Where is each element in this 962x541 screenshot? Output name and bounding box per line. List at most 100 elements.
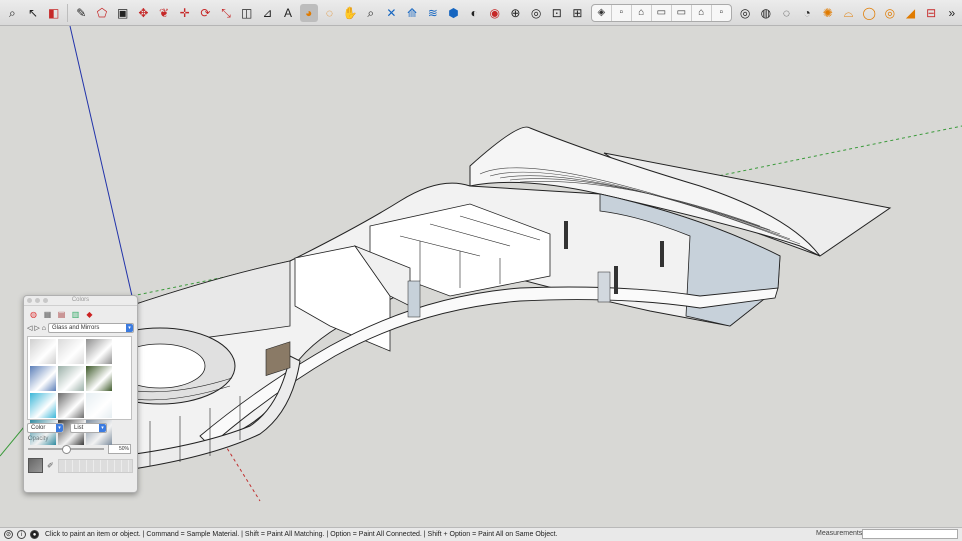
move-arrows-icon[interactable]: ✛ [176, 4, 194, 22]
saved-color-wells[interactable] [57, 458, 133, 473]
colors-panel: Colors ◍ ▦ ▤ ▥ ◆ ◁ ▷ ⌂ Glass and Mirrors… [23, 295, 138, 493]
main-toolbar: ⌕ ↖ ◧ ✎ ⬠ ▣ ✥ ❦ ✛ ⟳ ⤡ ◫ ⊿ A ◕ ◌ ✋ ⌕ ✕ ⟰ … [0, 0, 962, 26]
ring-tool-icon[interactable]: ◎ [881, 4, 899, 22]
circle-tool-icon[interactable]: ◯ [860, 4, 878, 22]
eyedropper-icon[interactable]: ✐ [47, 461, 54, 470]
geo-location-icon[interactable]: ⊘ [4, 530, 13, 539]
color-palettes-icon[interactable]: ▤ [56, 309, 67, 319]
info-icon[interactable]: i [17, 530, 26, 539]
orbit-tool-icon[interactable]: ◌ [321, 4, 339, 22]
list-mode-value: List [74, 425, 84, 431]
material-swatch[interactable] [58, 339, 84, 364]
panel-bottom: ✐ [24, 454, 137, 477]
color-picker-tabs: ◍ ▦ ▤ ▥ ◆ [24, 306, 137, 322]
chevron-down-icon: ▾ [99, 424, 106, 432]
zoom-extents-icon[interactable]: ✕ [383, 4, 401, 22]
select-tool-icon[interactable]: ↖ [24, 4, 42, 22]
pan-tool-icon[interactable]: ✋ [341, 4, 359, 22]
shape-tool-icon[interactable]: ⬠ [93, 4, 111, 22]
offset-tool-icon[interactable]: ◫ [238, 4, 256, 22]
bottom-view-icon[interactable]: ▫ [712, 5, 731, 21]
mode-row: Color ▾ List ▾ [24, 422, 137, 434]
scale-tool-icon[interactable]: ⤡ [217, 4, 235, 22]
chevron-down-icon: ▾ [56, 424, 63, 432]
home-icon[interactable]: ⌂ [42, 325, 46, 332]
model-viewport[interactable]: Colors ◍ ▦ ▤ ▥ ◆ ◁ ▷ ⌂ Glass and Mirrors… [0, 26, 962, 527]
eraser-tool-icon[interactable]: ◧ [45, 4, 63, 22]
opacity-value[interactable]: 50% [108, 444, 131, 454]
tape-measure-tool-icon[interactable]: ⊿ [259, 4, 277, 22]
list-mode-select[interactable]: List ▾ [70, 423, 107, 433]
follow-me-tool-icon[interactable]: ❦ [155, 4, 173, 22]
material-swatch[interactable] [30, 393, 56, 418]
solar-north-icon[interactable]: ✺ [819, 4, 837, 22]
dimension-tool-icon[interactable]: ⊟ [922, 4, 940, 22]
instructor-icon[interactable]: ● [30, 530, 39, 539]
text-tool-icon[interactable]: A [279, 4, 297, 22]
rotate-tool-icon[interactable]: ⟳ [197, 4, 215, 22]
layout-icon[interactable]: ⬢ [445, 4, 463, 22]
section-plane-icon[interactable]: ◉ [486, 4, 504, 22]
color-mode-select[interactable]: Color ▾ [27, 423, 64, 433]
extension-warehouse-icon[interactable]: ≋ [424, 4, 442, 22]
sandbox-detail-icon[interactable]: ◔ [798, 4, 816, 22]
standard-views-group: ◈ ▫ ⌂ ▭ ▭ ⌂ ▫ [590, 3, 732, 22]
opacity-slider-row: 50% [28, 444, 133, 454]
material-swatch[interactable] [30, 339, 56, 364]
paint-bucket-tool-icon[interactable]: ◕ [299, 3, 318, 22]
arc-tool-icon[interactable]: ⌓ [840, 4, 858, 22]
line-tool-icon[interactable]: ✎ [73, 4, 91, 22]
materials-icon[interactable]: ◆ [84, 309, 95, 319]
fog-icon[interactable]: ⊞ [569, 4, 587, 22]
shadows-icon[interactable]: ⊡ [548, 4, 566, 22]
status-bar: ⊘ i ● Click to paint an item or object. … [0, 527, 962, 541]
more-tools-chevron-icon[interactable]: » [943, 4, 961, 22]
chevron-down-icon: ▾ [126, 324, 133, 332]
library-select[interactable]: Glass and Mirrors ▾ [48, 323, 134, 333]
opacity-slider-knob[interactable] [62, 445, 71, 454]
scenes-icon[interactable]: ◎ [527, 4, 545, 22]
sandbox-stamp-icon[interactable]: ◍ [757, 4, 775, 22]
material-swatch[interactable] [58, 393, 84, 418]
material-swatch-grid [27, 336, 132, 445]
measurements-label: Measurements [816, 530, 863, 537]
back-view-icon[interactable]: ▭ [672, 4, 692, 21]
material-swatch[interactable] [30, 366, 56, 391]
library-row: ◁ ▷ ⌂ Glass and Mirrors ▾ [24, 322, 137, 334]
material-swatch[interactable] [58, 366, 84, 391]
current-color-well[interactable] [28, 458, 43, 473]
panel-title: Colors [71, 297, 90, 303]
library-select-value: Glass and Mirrors [52, 325, 100, 331]
back-icon[interactable]: ◁ [27, 324, 32, 332]
image-palettes-icon[interactable]: ▥ [70, 309, 81, 319]
section-display-icon[interactable]: ⊕ [507, 4, 525, 22]
protractor-tool-icon[interactable]: ◢ [902, 4, 920, 22]
warehouse-icon[interactable]: ⟰ [403, 4, 421, 22]
measurements-input[interactable] [862, 529, 958, 539]
zoom-tool-icon[interactable]: ⌕ [362, 4, 380, 22]
front-view-icon[interactable]: ⌂ [632, 4, 652, 21]
material-swatch[interactable] [86, 393, 112, 418]
sandbox-smoove-icon[interactable]: ◎ [736, 4, 754, 22]
model-drawing [0, 26, 962, 502]
right-view-icon[interactable]: ▭ [652, 4, 672, 21]
push-pull-tool-icon[interactable]: ▣ [114, 4, 132, 22]
blue-axis [69, 26, 133, 297]
search-icon[interactable]: ⌕ [4, 4, 22, 22]
color-mode-value: Color [31, 425, 46, 431]
material-swatch[interactable] [86, 366, 112, 391]
panel-titlebar[interactable]: Colors [24, 296, 137, 306]
style-icon[interactable]: ◐ [465, 4, 483, 22]
iso-view-icon[interactable]: ◈ [592, 4, 612, 21]
opacity-slider[interactable] [28, 445, 104, 454]
material-swatch[interactable] [86, 339, 112, 364]
sandbox-drape-icon[interactable]: ◌ [778, 4, 796, 22]
move-tool-icon[interactable]: ✥ [135, 4, 153, 22]
left-view-icon[interactable]: ⌂ [692, 4, 712, 21]
toolbar-divider [67, 3, 68, 22]
color-sliders-icon[interactable]: ▦ [42, 309, 53, 319]
top-view-icon[interactable]: ▫ [612, 4, 632, 21]
forward-icon[interactable]: ▷ [34, 324, 39, 332]
color-wheel-icon[interactable]: ◍ [28, 309, 39, 319]
status-message: Click to paint an item or object. | Comm… [45, 531, 558, 538]
